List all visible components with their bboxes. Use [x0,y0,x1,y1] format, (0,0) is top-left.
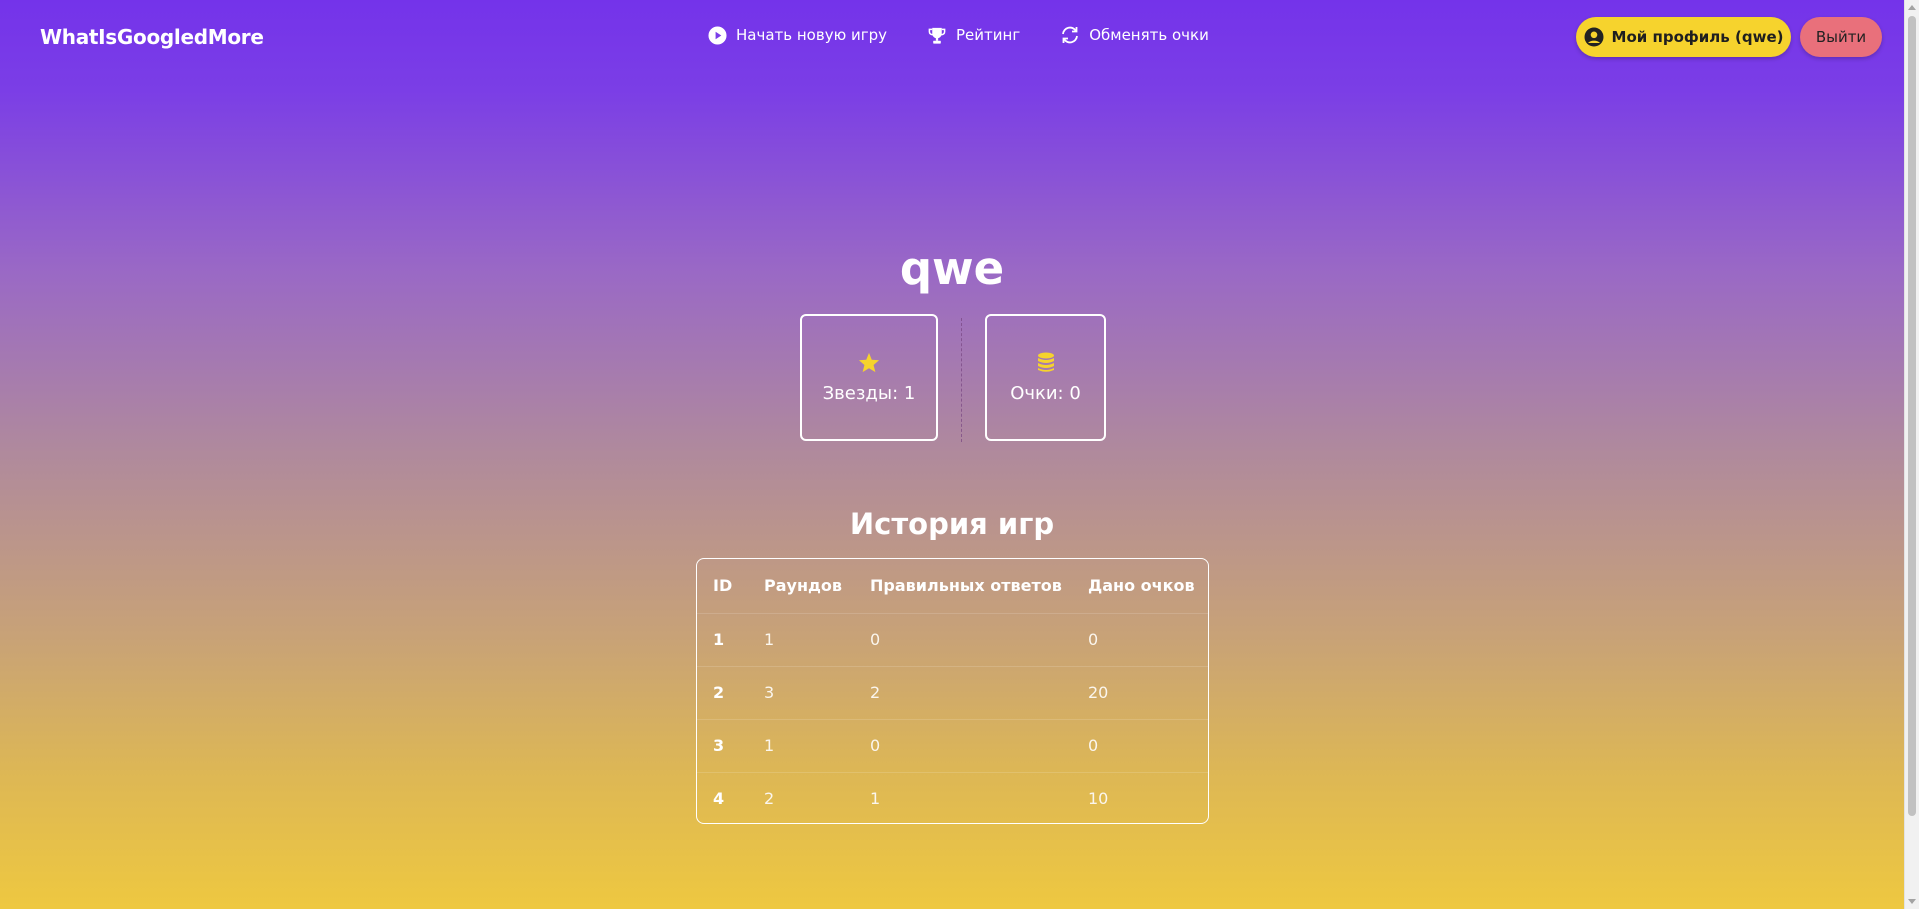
stat-divider [961,318,962,442]
play-circle-icon [708,25,727,45]
scroll-up-arrow-icon[interactable] [1908,5,1916,10]
user-circle-icon [1584,27,1604,47]
points-card: Очки: 0 [985,314,1106,441]
table-row: 2 3 2 20 [697,665,1208,719]
nav-exchange-points[interactable]: Обменять очки [1060,25,1209,45]
cell-id: 3 [697,718,748,772]
nav-rating-label: Рейтинг [956,26,1021,44]
table-row: 3 1 0 0 [697,718,1208,772]
page: WhatIsGoogledMore Начать новую игру Рейт… [0,0,1904,909]
cell-rounds: 3 [748,665,854,719]
cell-points-given: 0 [1072,612,1208,666]
cell-points-given: 0 [1072,718,1208,772]
profile-username: qwe [899,242,1005,295]
cell-points-given: 10 [1072,771,1208,823]
logout-button[interactable]: Выйти [1800,17,1882,57]
table-header-row: ID Раундов Правильных ответов Дано очков [697,559,1208,613]
cell-correct-answers: 0 [854,718,1072,772]
history-table-container: ID Раундов Правильных ответов Дано очков… [696,558,1209,824]
column-header-points-given: Дано очков [1088,576,1195,596]
trophy-icon [928,27,946,44]
brand-logo[interactable]: WhatIsGoogledMore [40,25,264,49]
navbar: WhatIsGoogledMore Начать новую игру Рейт… [0,0,1904,75]
coins-icon [1037,352,1054,372]
table-row: 1 1 0 0 [697,612,1208,666]
cell-id: 2 [697,665,748,719]
refresh-icon [1062,26,1079,44]
points-label: Очки: 0 [1010,383,1081,404]
cell-id: 1 [697,612,748,666]
column-header-correct-answers: Правильных ответов [870,576,1062,596]
nav-rating[interactable]: Рейтинг [927,25,1020,45]
profile-button-label: Мой профиль (qwe) [1611,28,1784,46]
cell-correct-answers: 2 [854,665,1072,719]
table-row: 4 2 1 10 [697,771,1208,823]
nav-exchange-points-label: Обменять очки [1089,26,1209,44]
nav-links: Начать новую игру Рейтинг Обменять очки [708,25,1249,45]
column-header-rounds: Раундов [764,576,843,596]
cell-id: 4 [697,771,748,823]
vertical-scrollbar[interactable] [1904,0,1919,909]
scroll-thumb[interactable] [1908,16,1916,816]
history-title: История игр [849,507,1055,541]
scroll-down-arrow-icon[interactable] [1908,899,1916,904]
nav-new-game-label: Начать новую игру [736,26,887,44]
cell-rounds: 1 [748,718,854,772]
cell-rounds: 2 [748,771,854,823]
profile-button[interactable]: Мой профиль (qwe) [1576,17,1791,57]
cell-points-given: 20 [1072,665,1208,719]
stars-card: Звезды: 1 [800,314,938,441]
star-icon [858,352,880,372]
history-table: ID Раундов Правильных ответов Дано очков… [697,559,1208,823]
cell-correct-answers: 0 [854,612,1072,666]
cell-correct-answers: 1 [854,771,1072,823]
column-header-id: ID [713,576,733,596]
stars-label: Звезды: 1 [822,382,916,404]
nav-new-game[interactable]: Начать новую игру [708,25,887,45]
cell-rounds: 1 [748,612,854,666]
